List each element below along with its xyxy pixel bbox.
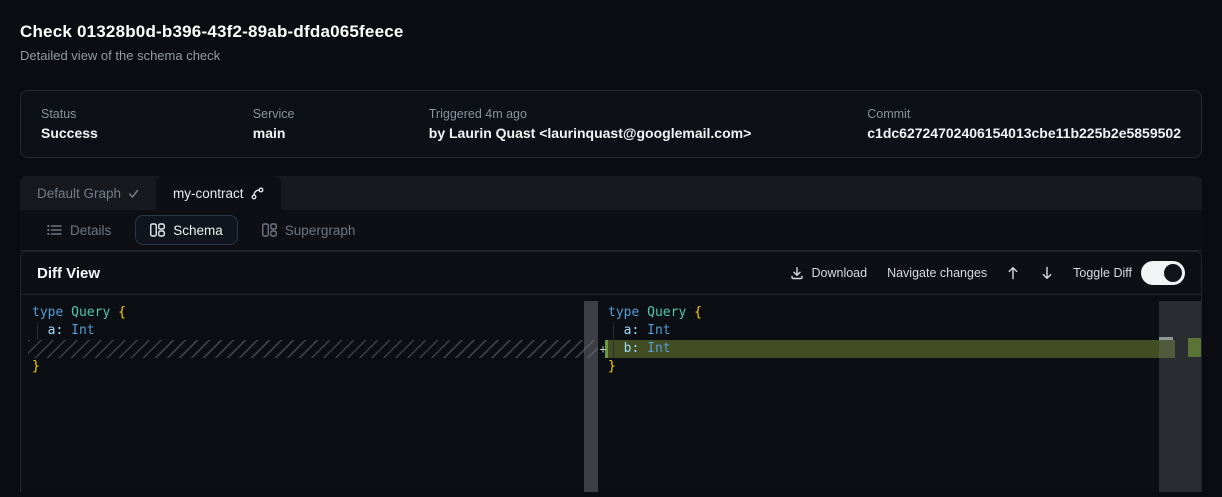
- toggle-diff-group: Toggle Diff: [1073, 261, 1185, 285]
- page: Check 01328b0d-b396-43f2-89ab-dfda065fee…: [0, 22, 1222, 492]
- meta-status: Status Success: [41, 91, 253, 157]
- diff-view-title: Diff View: [37, 265, 100, 282]
- overview-ruler-added-marker: [1188, 338, 1201, 357]
- diff-panel: Diff View Download Navigate changes: [20, 251, 1202, 492]
- page-subtitle: Detailed view of the schema check: [20, 48, 1202, 63]
- arrow-down-icon: [1041, 266, 1053, 280]
- graph-tabstrip: Default Graph my-contract: [20, 176, 1202, 210]
- download-label: Download: [811, 266, 867, 280]
- status-value: Success: [41, 125, 253, 141]
- next-change-button[interactable]: [1039, 264, 1055, 282]
- columns-icon: [262, 223, 277, 237]
- tab-details[interactable]: Details: [32, 215, 126, 245]
- modified-code[interactable]: type Query { a: Int b: Int}: [608, 304, 702, 376]
- check-meta-card: Status Success Service main Triggered 4m…: [20, 90, 1202, 158]
- toggle-diff-switch[interactable]: [1141, 261, 1185, 285]
- tab-supergraph-label: Supergraph: [285, 223, 356, 238]
- check-icon: [128, 188, 139, 199]
- tab-supergraph[interactable]: Supergraph: [247, 215, 371, 245]
- meta-commit: Commit c1dc62724702406154013cbe11b225b2e…: [867, 91, 1181, 157]
- meta-service: Service main: [253, 91, 429, 157]
- tab-schema[interactable]: Schema: [135, 215, 238, 245]
- original-code[interactable]: type Query { a: Int}: [32, 304, 126, 376]
- tab-schema-label: Schema: [173, 223, 223, 238]
- view-tabs: Details Schema: [20, 210, 1202, 251]
- triggered-label: Triggered 4m ago: [429, 107, 867, 121]
- added-line-gutter-plus: +: [597, 340, 609, 358]
- tab-my-contract[interactable]: my-contract: [156, 176, 281, 210]
- check-detail-section: Details Schema: [20, 210, 1202, 492]
- previous-change-button[interactable]: [1005, 264, 1021, 282]
- tab-default-graph[interactable]: Default Graph: [20, 176, 156, 210]
- triggered-value: by Laurin Quast <laurinquast@googlemail.…: [429, 125, 867, 141]
- tab-my-contract-label: my-contract: [173, 186, 244, 201]
- diff-editor[interactable]: type Query { a: Int} type Query { a: Int…: [21, 295, 1201, 492]
- service-value: main: [253, 125, 429, 141]
- diff-header: Diff View Download Navigate changes: [21, 252, 1201, 295]
- navigate-changes-label: Navigate changes: [887, 266, 987, 280]
- scrollbar-change-tick: [1159, 337, 1173, 340]
- columns-icon: [150, 223, 165, 237]
- list-icon: [47, 224, 62, 236]
- diff-toolbar: Download Navigate changes: [788, 261, 1185, 285]
- meta-triggered: Triggered 4m ago by Laurin Quast <laurin…: [429, 91, 867, 157]
- tab-details-label: Details: [70, 223, 111, 238]
- download-icon: [790, 266, 804, 280]
- commit-label: Commit: [867, 107, 1181, 121]
- page-title: Check 01328b0d-b396-43f2-89ab-dfda065fee…: [20, 22, 1202, 42]
- contract-graph-icon: [251, 187, 264, 200]
- left-editor-scrollbar[interactable]: [584, 301, 598, 492]
- status-label: Status: [41, 107, 253, 121]
- tab-default-graph-label: Default Graph: [37, 186, 121, 201]
- arrow-up-icon: [1007, 266, 1019, 280]
- service-label: Service: [253, 107, 429, 121]
- commit-value: c1dc62724702406154013cbe11b225b2e5859502: [867, 125, 1181, 141]
- download-button[interactable]: Download: [788, 264, 869, 282]
- right-editor-scrollbar[interactable]: [1159, 301, 1201, 492]
- toggle-diff-label: Toggle Diff: [1073, 266, 1132, 280]
